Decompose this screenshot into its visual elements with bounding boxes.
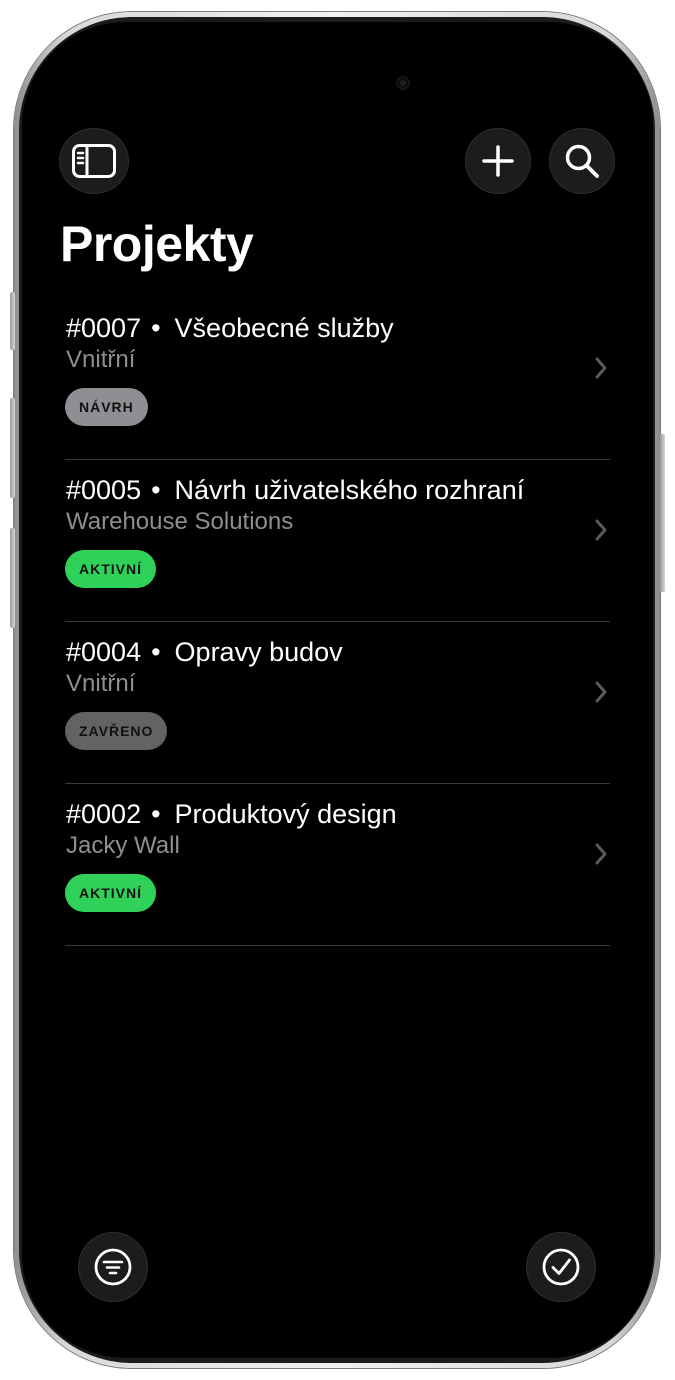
filter-icon bbox=[94, 1248, 132, 1286]
chevron-right-icon bbox=[595, 357, 607, 379]
project-title: #0005 • Návrh uživatelského rozhraní bbox=[66, 474, 524, 506]
project-number: #0004 bbox=[66, 637, 142, 667]
volume-up-button bbox=[10, 398, 15, 498]
search-button[interactable] bbox=[549, 128, 615, 194]
project-number: #0007 bbox=[66, 313, 142, 343]
sidebar-icon bbox=[72, 144, 116, 178]
chevron-right-icon bbox=[595, 843, 607, 865]
project-number: #0002 bbox=[66, 799, 142, 829]
project-client: Warehouse Solutions bbox=[66, 508, 294, 535]
front-camera bbox=[396, 76, 410, 90]
checkmark-circle-icon bbox=[542, 1248, 580, 1286]
separator-dot: • bbox=[151, 313, 161, 343]
project-title: #0004 • Opravy budov bbox=[66, 636, 343, 668]
separator-dot: • bbox=[151, 475, 161, 505]
search-icon bbox=[565, 144, 599, 178]
project-title: #0007 • Všeobecné služby bbox=[66, 312, 394, 344]
project-name: Všeobecné služby bbox=[174, 313, 394, 343]
status-badge: AKTIVNÍ bbox=[65, 550, 156, 588]
action-button bbox=[10, 292, 15, 350]
project-list: #0007 • Všeobecné služby Vnitřní NÁVRH #00… bbox=[65, 298, 610, 946]
add-project-button[interactable] bbox=[465, 128, 531, 194]
project-row[interactable]: #0005 • Návrh uživatelského rozhraní Wareh… bbox=[65, 460, 610, 622]
status-badge: AKTIVNÍ bbox=[65, 874, 156, 912]
project-client: Vnitřní bbox=[66, 670, 136, 697]
select-button[interactable] bbox=[526, 1232, 596, 1302]
separator-dot: • bbox=[151, 799, 161, 829]
separator-dot: • bbox=[151, 637, 161, 667]
project-row[interactable]: #0002 • Produktový design Jacky Wall AKTIV… bbox=[65, 784, 610, 946]
project-name: Návrh uživatelského rozhraní bbox=[174, 475, 525, 505]
status-badge: ZAVŘENO bbox=[65, 712, 168, 750]
filter-button[interactable] bbox=[78, 1232, 148, 1302]
sidebar-button[interactable] bbox=[59, 128, 129, 194]
power-button bbox=[660, 434, 665, 592]
volume-down-button bbox=[10, 528, 15, 628]
project-client: Vnitřní bbox=[66, 346, 136, 373]
status-badge: NÁVRH bbox=[65, 388, 148, 426]
chevron-right-icon bbox=[595, 681, 607, 703]
project-name: Opravy budov bbox=[174, 637, 343, 667]
project-row[interactable]: #0007 • Všeobecné služby Vnitřní NÁVRH bbox=[65, 298, 610, 460]
project-title: #0002 • Produktový design bbox=[66, 798, 397, 830]
page-title: Projekty bbox=[60, 216, 254, 272]
project-client: Jacky Wall bbox=[66, 832, 180, 859]
plus-icon bbox=[482, 145, 514, 177]
project-name: Produktový design bbox=[174, 799, 397, 829]
project-row[interactable]: #0004 • Opravy budov Vnitřní ZAVŘENO bbox=[65, 622, 610, 784]
chevron-right-icon bbox=[595, 519, 607, 541]
project-number: #0005 bbox=[66, 475, 142, 505]
